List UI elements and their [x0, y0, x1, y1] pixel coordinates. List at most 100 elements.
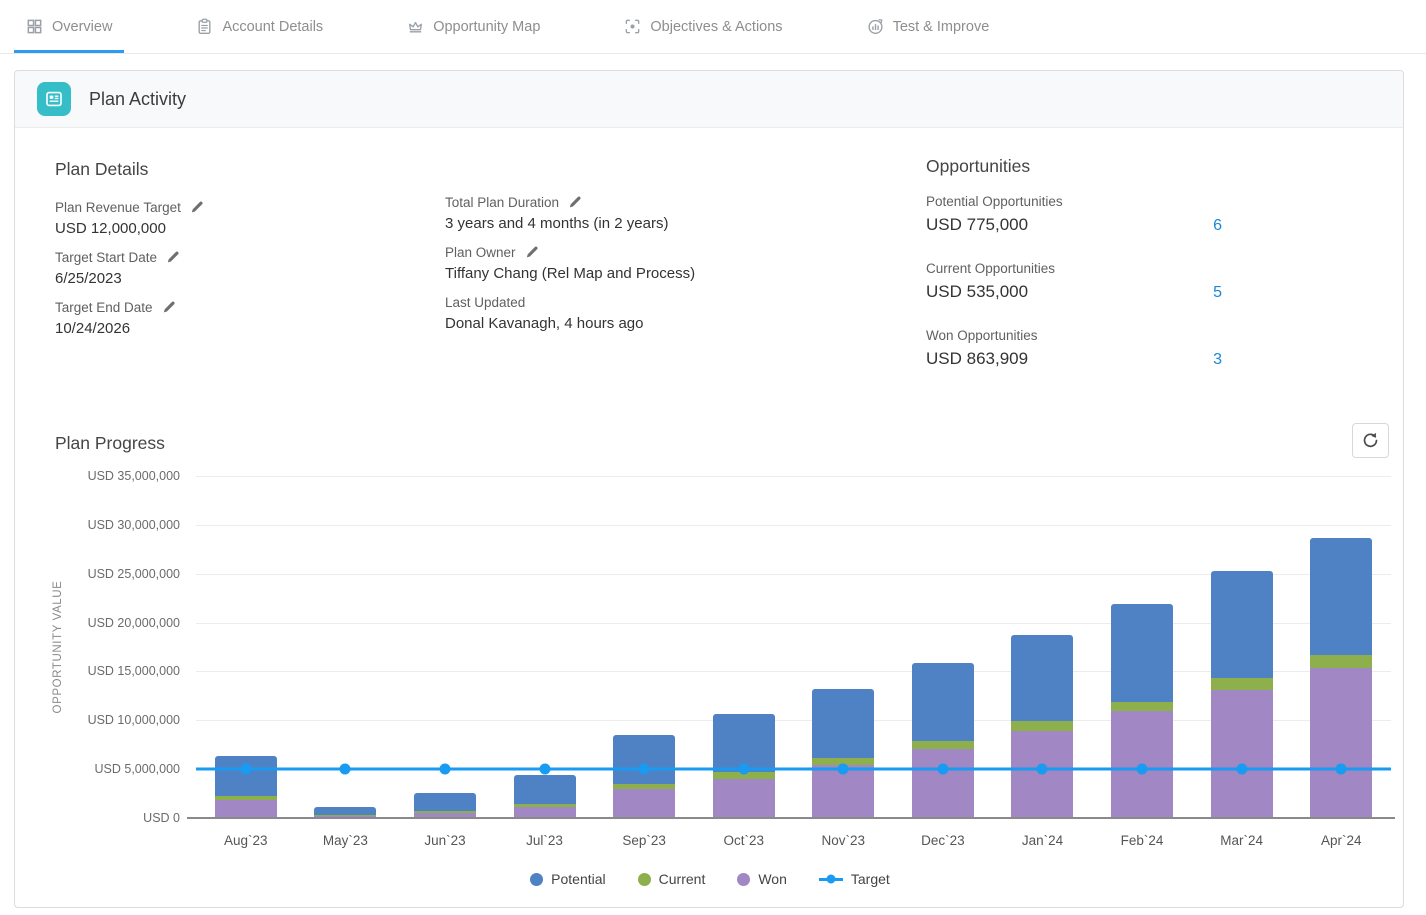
bar-segment-current[interactable]: [1211, 678, 1273, 690]
field-plan-revenue-target: Plan Revenue Target USD 12,000,000: [55, 200, 395, 237]
bar-segment-potential[interactable]: [812, 689, 874, 758]
target-point[interactable]: [639, 764, 650, 775]
legend-item-won[interactable]: Won: [737, 871, 787, 887]
target-point[interactable]: [240, 764, 251, 775]
bar-segment-potential[interactable]: [414, 793, 476, 811]
opportunity-value: USD 535,000: [926, 282, 1028, 302]
gridline: [196, 525, 1391, 526]
edit-pencil-icon[interactable]: [165, 250, 180, 265]
bar-segment-potential[interactable]: [314, 807, 376, 814]
bar-segment-won[interactable]: [912, 749, 974, 818]
legend-item-target[interactable]: Target: [819, 871, 890, 887]
bar-segment-potential[interactable]: [1211, 571, 1273, 678]
plan-activity-card: Plan Activity Plan Details Plan Revenue …: [14, 70, 1404, 908]
target-point[interactable]: [340, 764, 351, 775]
edit-pencil-icon[interactable]: [567, 195, 582, 210]
field-value: Tiffany Chang (Rel Map and Process): [445, 265, 865, 282]
field-value: 3 years and 4 months (in 2 years): [445, 215, 865, 232]
potential-marker-icon: [530, 873, 543, 886]
bar-segment-potential[interactable]: [514, 775, 576, 804]
tab-label: Account Details: [222, 19, 323, 35]
target-point[interactable]: [838, 764, 849, 775]
current-count-link[interactable]: 5: [1213, 284, 1222, 302]
legend-item-potential[interactable]: Potential: [530, 871, 605, 887]
field-value: USD 12,000,000: [55, 220, 395, 237]
bar-segment-current[interactable]: [414, 811, 476, 813]
x-tick-label: Mar`24: [1220, 833, 1263, 848]
legend-label: Target: [851, 871, 890, 887]
chart-legend: Potential Current Won Target: [15, 871, 1405, 887]
legend-item-current[interactable]: Current: [638, 871, 706, 887]
x-tick-label: Oct`23: [723, 833, 764, 848]
tab-objectives-actions[interactable]: Objectives & Actions: [618, 0, 788, 53]
bar-segment-current[interactable]: [314, 815, 376, 816]
current-marker-icon: [638, 873, 651, 886]
plan-details-section: Plan Details Plan Revenue Target USD 12,…: [55, 159, 395, 350]
bar-segment-current[interactable]: [1310, 655, 1372, 668]
edit-pencil-icon[interactable]: [524, 245, 539, 260]
field-label: Plan Owner: [445, 245, 516, 260]
bar-segment-current[interactable]: [514, 804, 576, 807]
bar-segment-won[interactable]: [613, 789, 675, 818]
target-point[interactable]: [1137, 764, 1148, 775]
refresh-button[interactable]: [1352, 423, 1389, 458]
target-point[interactable]: [1037, 764, 1048, 775]
field-last-updated: Last Updated Donal Kavanagh, 4 hours ago: [445, 295, 865, 332]
target-point[interactable]: [539, 764, 550, 775]
x-tick-label: Jan`24: [1022, 833, 1063, 848]
crown-icon: [407, 18, 424, 35]
bar-segment-current[interactable]: [912, 741, 974, 749]
bar-segment-current[interactable]: [1011, 721, 1073, 731]
field-target-start-date: Target Start Date 6/25/2023: [55, 250, 395, 287]
bar-segment-won[interactable]: [1211, 690, 1273, 818]
bar-segment-potential[interactable]: [912, 663, 974, 741]
field-target-end-date: Target End Date 10/24/2026: [55, 300, 395, 337]
plan-progress-heading: Plan Progress: [55, 433, 165, 454]
bar-segment-won[interactable]: [1310, 668, 1372, 818]
plan-progress-chart: USD 35,000,000USD 30,000,000USD 25,000,0…: [196, 476, 1391, 818]
card-header: Plan Activity: [15, 71, 1403, 128]
tab-label: Objectives & Actions: [650, 19, 782, 35]
field-label: Plan Revenue Target: [55, 200, 181, 215]
bar-segment-potential[interactable]: [215, 756, 277, 795]
bar-segment-won[interactable]: [713, 779, 775, 818]
gauge-icon: [867, 18, 884, 35]
potential-count-link[interactable]: 6: [1213, 217, 1222, 235]
tab-bar: Overview Account Details Opportunity Map…: [0, 0, 1426, 54]
focus-target-icon: [624, 18, 641, 35]
bar-segment-potential[interactable]: [1310, 538, 1372, 655]
bar-segment-current[interactable]: [613, 784, 675, 788]
x-tick-label: Dec`23: [921, 833, 965, 848]
won-count-link[interactable]: 3: [1213, 351, 1222, 369]
edit-pencil-icon[interactable]: [189, 200, 204, 215]
tab-account-details[interactable]: Account Details: [190, 0, 329, 53]
clipboard-icon: [196, 18, 213, 35]
target-point[interactable]: [439, 764, 450, 775]
opportunities-heading: Opportunities: [926, 156, 1222, 177]
target-point[interactable]: [738, 764, 749, 775]
target-point[interactable]: [937, 764, 948, 775]
target-legend-dot: [826, 875, 835, 884]
bar-segment-potential[interactable]: [613, 735, 675, 784]
plan-details-heading: Plan Details: [55, 159, 395, 180]
bar-segment-current[interactable]: [215, 796, 277, 801]
plan-activity-document-icon: [37, 82, 71, 116]
tab-overview[interactable]: Overview: [20, 0, 118, 53]
y-tick-label: USD 35,000,000: [88, 469, 180, 483]
y-tick-label: USD 25,000,000: [88, 567, 180, 581]
legend-label: Won: [758, 871, 787, 887]
edit-pencil-icon[interactable]: [161, 300, 176, 315]
bar-segment-potential[interactable]: [1011, 635, 1073, 721]
bar-segment-current[interactable]: [1111, 702, 1173, 711]
tab-test-improve[interactable]: Test & Improve: [861, 0, 996, 53]
bar-segment-won[interactable]: [215, 800, 277, 818]
plan-meta-section: Total Plan Duration 3 years and 4 months…: [445, 195, 865, 345]
tab-opportunity-map[interactable]: Opportunity Map: [401, 0, 546, 53]
bar-segment-potential[interactable]: [1111, 604, 1173, 702]
opportunity-label: Won Opportunities: [926, 328, 1222, 343]
opportunity-value: USD 775,000: [926, 215, 1028, 235]
target-point[interactable]: [1236, 764, 1247, 775]
x-tick-label: Sep`23: [622, 833, 666, 848]
x-tick-label: Apr`24: [1321, 833, 1362, 848]
target-point[interactable]: [1336, 764, 1347, 775]
